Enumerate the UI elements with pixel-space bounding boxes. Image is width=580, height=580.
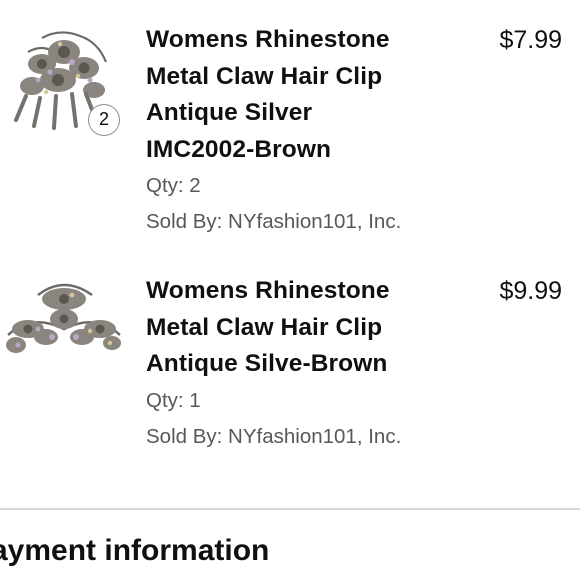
payment-information-heading: ayment information <box>0 534 270 567</box>
product-title-line: Womens Rhinestone <box>146 26 390 53</box>
item-meta: Qty: 2 Sold By: NYfashion101, Inc. <box>146 168 446 240</box>
product-title-link[interactable]: Womens Rhinestone Metal Claw Hair Clip A… <box>146 22 446 168</box>
hair-clip-product-image[interactable] <box>2 273 126 393</box>
item-meta: Qty: 1 Sold By: NYfashion101, Inc. <box>146 383 446 455</box>
section-divider <box>0 508 580 510</box>
product-title-line: Womens Rhinestone <box>146 277 390 304</box>
quantity-text: Qty: 2 <box>146 174 201 197</box>
sold-by-text: Sold By: NYfashion101, Inc. <box>146 424 402 448</box>
quantity-text: Qty: 1 <box>146 388 201 412</box>
product-title-line: Metal Claw Hair Clip <box>146 313 383 341</box>
product-title-line: Antique Silver <box>146 99 313 126</box>
quantity-badge: 2 <box>88 104 120 136</box>
item-price: $7.99 <box>499 26 562 54</box>
sold-by-text: Sold By: NYfashion101, Inc. <box>146 210 402 233</box>
order-summary-page: 2 Womens Rhinestone Metal Claw Hair Clip… <box>0 0 580 580</box>
item-price: $9.99 <box>499 277 562 305</box>
item-details: Womens Rhinestone Metal Claw Hair Clip A… <box>146 22 446 240</box>
product-title-link[interactable]: Womens Rhinestone Metal Claw Hair Clip A… <box>146 273 446 383</box>
product-title-line: Metal Claw Hair Clip <box>146 62 383 90</box>
product-title-line: Antique Silve-Brown <box>146 350 388 377</box>
item-details: Womens Rhinestone Metal Claw Hair Clip A… <box>146 273 446 455</box>
product-title-line: IMC2002-Brown <box>146 135 332 163</box>
